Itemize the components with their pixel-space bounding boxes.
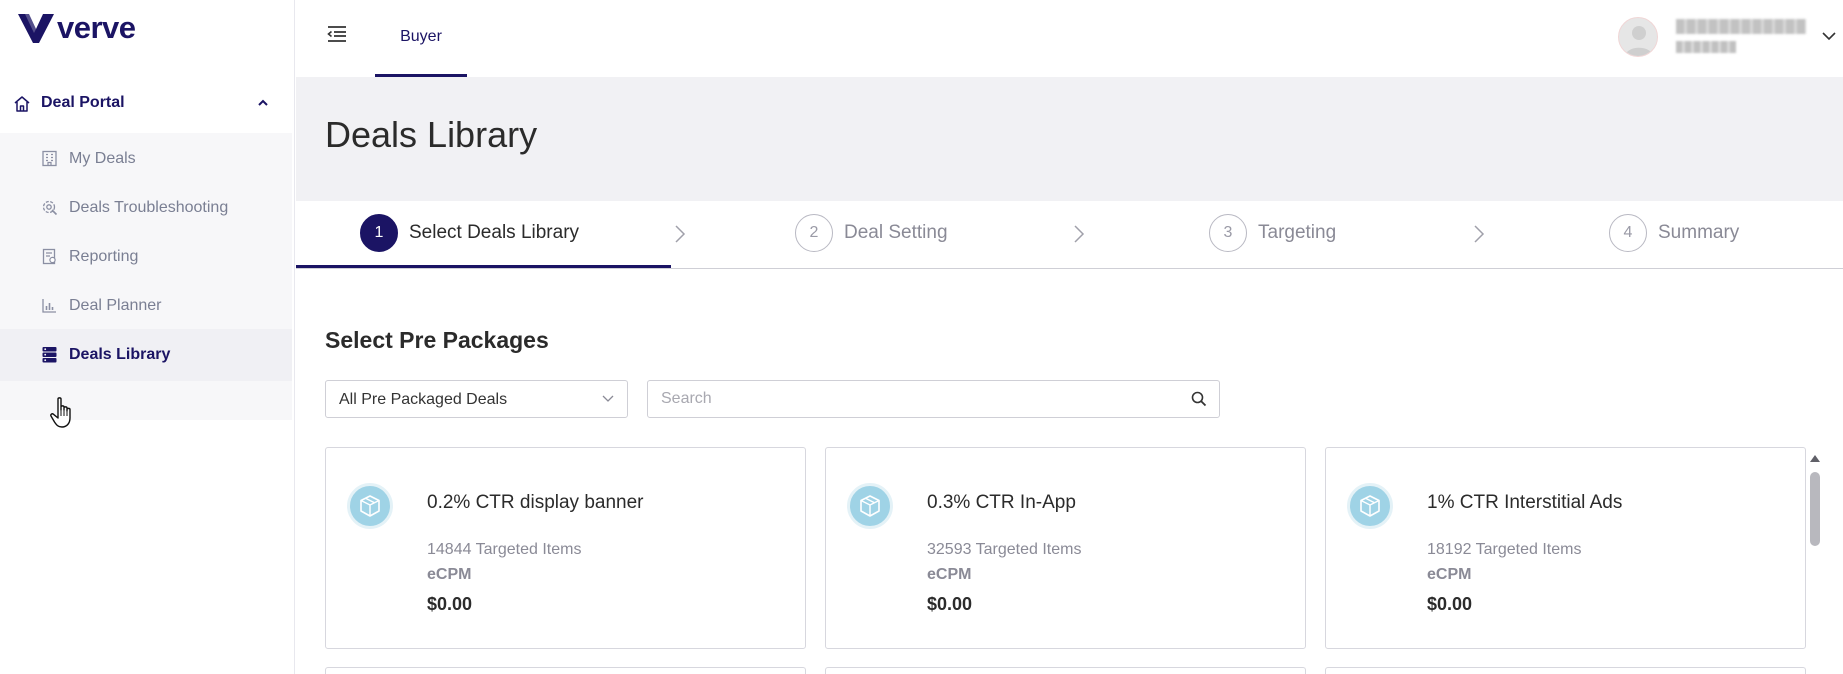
sidebar-item-deal-planner[interactable]: Deal Planner bbox=[0, 280, 292, 332]
sidebar-item-label: Reporting bbox=[69, 248, 139, 265]
sidebar-item-deals-troubleshooting[interactable]: Deals Troubleshooting bbox=[0, 182, 292, 234]
sidebar-item-my-deals[interactable]: My Deals bbox=[0, 133, 292, 185]
sidebar-item-deals-library[interactable]: Deals Library bbox=[0, 329, 292, 381]
package-card[interactable]: 0.3% CTR In-App 32593 Targeted Items eCP… bbox=[825, 447, 1306, 649]
chevron-down-icon[interactable] bbox=[1821, 31, 1837, 41]
package-targeted-items: 14844 Targeted Items bbox=[427, 541, 582, 558]
package-card[interactable]: 0.2% CTR display banner 14844 Targeted I… bbox=[325, 447, 806, 649]
verve-logo-mark-icon bbox=[18, 14, 54, 43]
sidebar-item-label: Deals Library bbox=[69, 346, 171, 363]
search-icon[interactable] bbox=[1191, 391, 1207, 407]
chevron-right-icon bbox=[1074, 225, 1085, 243]
home-icon bbox=[14, 96, 30, 112]
page-title: Deals Library bbox=[325, 114, 538, 155]
scroll-up-arrow-icon[interactable] bbox=[1810, 454, 1820, 462]
step-targeting[interactable]: 3 Targeting bbox=[1209, 214, 1337, 252]
package-metric: eCPM bbox=[1427, 566, 1472, 583]
server-icon bbox=[42, 347, 57, 363]
package-card[interactable] bbox=[1325, 667, 1806, 674]
package-card[interactable] bbox=[825, 667, 1306, 674]
box-icon bbox=[360, 495, 380, 517]
verve-logo[interactable]: verve bbox=[17, 10, 136, 46]
step-label: Targeting bbox=[1258, 222, 1337, 243]
collapse-menu-icon[interactable] bbox=[326, 24, 348, 44]
package-title: 0.3% CTR In-App bbox=[927, 492, 1076, 513]
sidebar-item-reporting[interactable]: Reporting bbox=[0, 231, 292, 283]
package-card[interactable] bbox=[325, 667, 806, 674]
user-menu[interactable] bbox=[1618, 15, 1843, 59]
step-select-deals-library[interactable]: 1 Select Deals Library bbox=[360, 214, 580, 252]
user-name-redacted bbox=[1676, 19, 1806, 34]
chevron-up-icon[interactable] bbox=[257, 98, 269, 108]
package-metric: eCPM bbox=[427, 566, 472, 583]
package-targeted-items: 32593 Targeted Items bbox=[927, 541, 1082, 558]
package-metric: eCPM bbox=[927, 566, 972, 583]
step-label: Deal Setting bbox=[844, 222, 948, 243]
hand-pointer-cursor-icon bbox=[50, 397, 71, 428]
package-targeted-items: 18192 Targeted Items bbox=[1427, 541, 1582, 558]
cards-scrollbar[interactable] bbox=[1807, 452, 1823, 674]
step-number: 1 bbox=[360, 214, 398, 252]
brand-name: verve bbox=[57, 10, 136, 45]
box-icon bbox=[1360, 495, 1380, 517]
report-icon bbox=[42, 248, 56, 265]
package-price: $0.00 bbox=[927, 594, 973, 614]
step-number: 4 bbox=[1609, 214, 1647, 252]
step-number: 2 bbox=[795, 214, 833, 252]
search-input[interactable] bbox=[661, 390, 1161, 408]
sidebar-item-label: My Deals bbox=[69, 150, 136, 167]
nav-group-label: Deal Portal bbox=[41, 94, 125, 111]
deal-portal-submenu: My Deals Deals Troubleshooting Reporting bbox=[0, 133, 292, 420]
step-summary[interactable]: 4 Summary bbox=[1609, 214, 1740, 252]
search-box bbox=[647, 380, 1220, 418]
package-icon bbox=[347, 483, 393, 529]
avatar bbox=[1618, 17, 1658, 57]
chevron-right-icon bbox=[675, 225, 686, 243]
top-bar: Buyer bbox=[296, 0, 1843, 77]
package-filter-value: All Pre Packaged Deals bbox=[339, 391, 508, 408]
sidebar-item-label: Deal Planner bbox=[69, 297, 162, 314]
section-title: Select Pre Packages bbox=[325, 327, 549, 353]
package-filter-select[interactable]: All Pre Packaged Deals bbox=[325, 380, 628, 418]
page-header: Deals Library bbox=[296, 77, 1843, 201]
chevron-down-icon bbox=[602, 395, 614, 402]
gear-wrench-icon bbox=[42, 200, 58, 216]
sidebar: verve Deal Portal My Deals Deals Trouble… bbox=[0, 0, 295, 674]
chevron-right-icon bbox=[1474, 225, 1485, 243]
package-title: 1% CTR Interstitial Ads bbox=[1427, 492, 1623, 513]
user-role-redacted bbox=[1676, 41, 1736, 53]
step-deal-setting[interactable]: 2 Deal Setting bbox=[795, 214, 948, 252]
package-price: $0.00 bbox=[427, 594, 473, 614]
wizard-stepper: 1 Select Deals Library 2 Deal Setting 3 … bbox=[296, 201, 1843, 269]
active-step-indicator bbox=[296, 265, 671, 268]
building-icon bbox=[42, 150, 57, 167]
step-number: 3 bbox=[1209, 214, 1247, 252]
step-label: Select Deals Library bbox=[409, 222, 580, 243]
scrollbar-thumb[interactable] bbox=[1810, 472, 1820, 546]
nav-group-deal-portal[interactable]: Deal Portal bbox=[0, 82, 292, 124]
package-card[interactable]: 1% CTR Interstitial Ads 18192 Targeted I… bbox=[1325, 447, 1806, 649]
tab-buyer[interactable]: Buyer bbox=[375, 0, 467, 77]
package-price: $0.00 bbox=[1427, 594, 1473, 614]
package-title: 0.2% CTR display banner bbox=[427, 492, 644, 513]
package-icon bbox=[847, 483, 893, 529]
sidebar-item-label: Deals Troubleshooting bbox=[69, 199, 229, 216]
box-icon bbox=[860, 495, 880, 517]
step-label: Summary bbox=[1658, 222, 1740, 243]
package-icon bbox=[1347, 483, 1393, 529]
user-silhouette-icon bbox=[1625, 26, 1653, 56]
bar-chart-icon bbox=[42, 299, 56, 313]
